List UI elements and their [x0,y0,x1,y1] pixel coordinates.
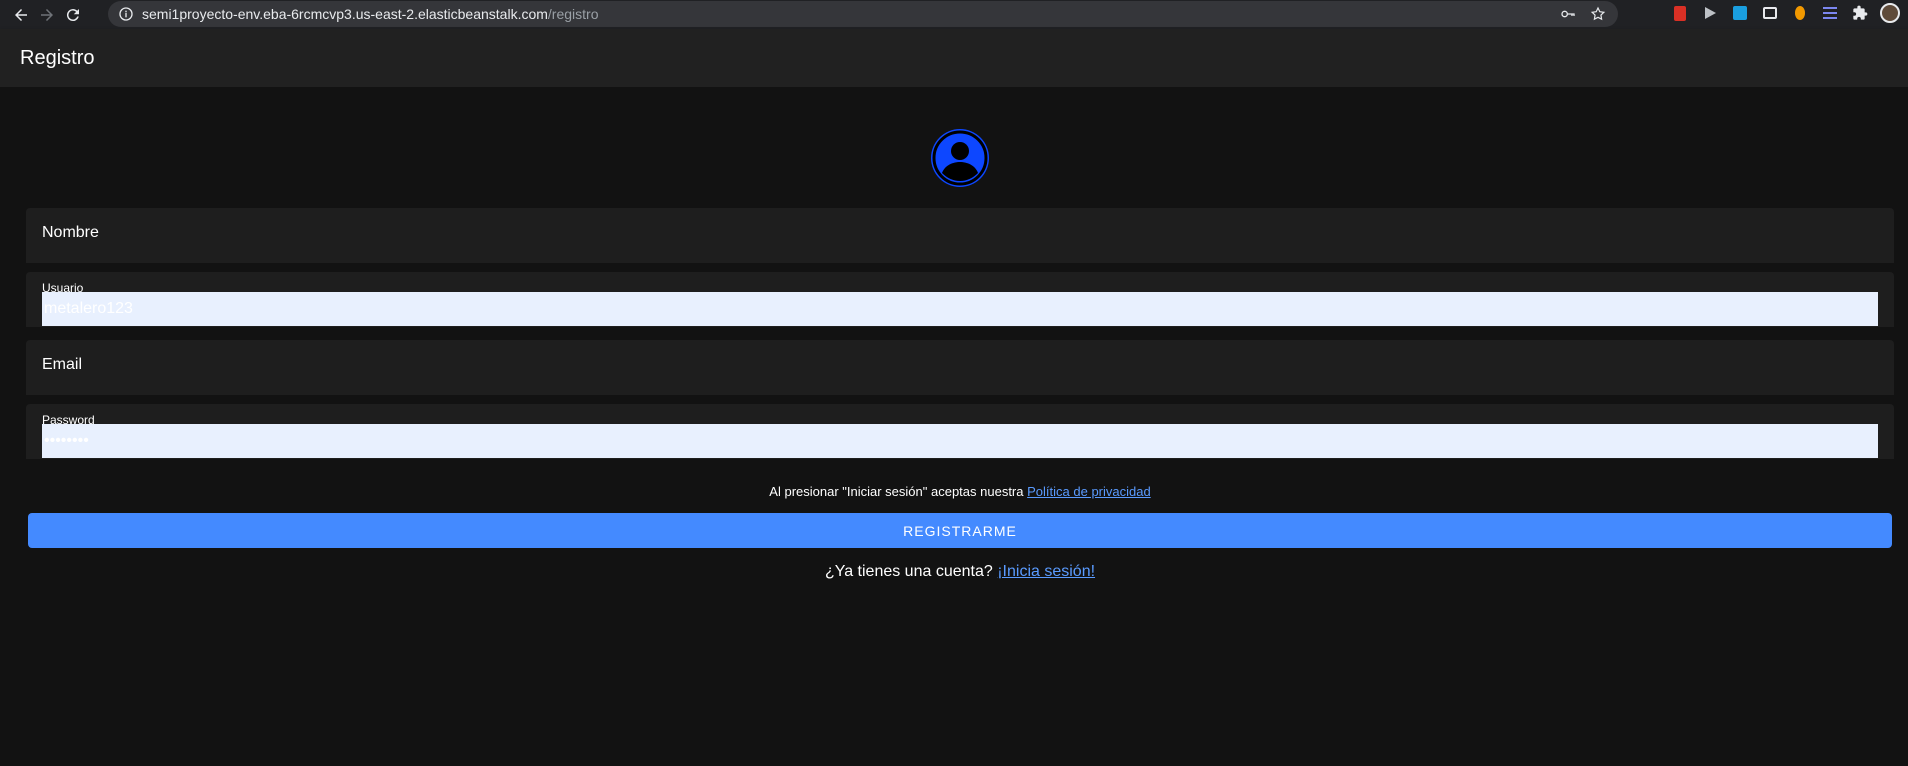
usuario-input[interactable] [42,292,1878,326]
signin-text: ¿Ya tienes una cuenta? [824,563,993,580]
register-button[interactable]: REGISTRARME [28,513,1892,548]
password-field[interactable]: Password [26,404,1894,459]
app-header: Registro [0,29,1908,87]
list-extension-icon[interactable] [1820,3,1840,23]
key-icon[interactable] [1560,6,1576,22]
window-extension-icon[interactable] [1760,3,1780,23]
nombre-label: Nombre [42,224,99,241]
email-field[interactable]: Email [26,340,1894,395]
play-extension-icon[interactable] [1700,3,1720,23]
extensions-bar [1670,3,1900,23]
star-icon[interactable] [1590,6,1606,22]
fire-extension-icon[interactable] [1790,3,1810,23]
url-text: semi1proyecto-env.eba-6rcmcvp3.us-east-2… [142,6,599,22]
info-icon[interactable] [118,6,134,22]
check-extension-icon[interactable] [1730,3,1750,23]
email-label: Email [42,356,83,373]
password-input[interactable] [42,424,1878,458]
profile-avatar[interactable] [1880,3,1900,23]
register-form-container: Nombre Usuario Email Password Al presion… [0,87,1908,766]
signin-link[interactable]: ¡Inicia sesión! [997,563,1095,580]
url-host: semi1proyecto-env.eba-6rcmcvp3.us-east-2… [142,6,548,22]
terms-text: Al presionar "Iniciar sesión" aceptas nu… [769,484,1024,499]
user-avatar-icon [931,129,989,187]
puzzle-extensions-icon[interactable] [1850,3,1870,23]
back-icon[interactable] [8,2,34,28]
usuario-field[interactable]: Usuario [26,272,1894,327]
red-book-extension-icon[interactable] [1670,3,1690,23]
address-bar[interactable]: semi1proyecto-env.eba-6rcmcvp3.us-east-2… [108,1,1618,27]
url-path: /registro [547,6,599,22]
terms-notice: Al presionar "Iniciar sesión" aceptas nu… [0,484,1908,499]
signin-prompt: ¿Ya tienes una cuenta? ¡Inicia sesión! [0,563,1908,581]
page-title: Registro [20,46,95,69]
nombre-field[interactable]: Nombre [26,208,1894,263]
forward-icon[interactable] [34,2,60,28]
privacy-policy-link[interactable]: Política de privacidad [1027,484,1151,499]
reload-icon[interactable] [60,2,86,28]
browser-toolbar: semi1proyecto-env.eba-6rcmcvp3.us-east-2… [0,0,1908,29]
